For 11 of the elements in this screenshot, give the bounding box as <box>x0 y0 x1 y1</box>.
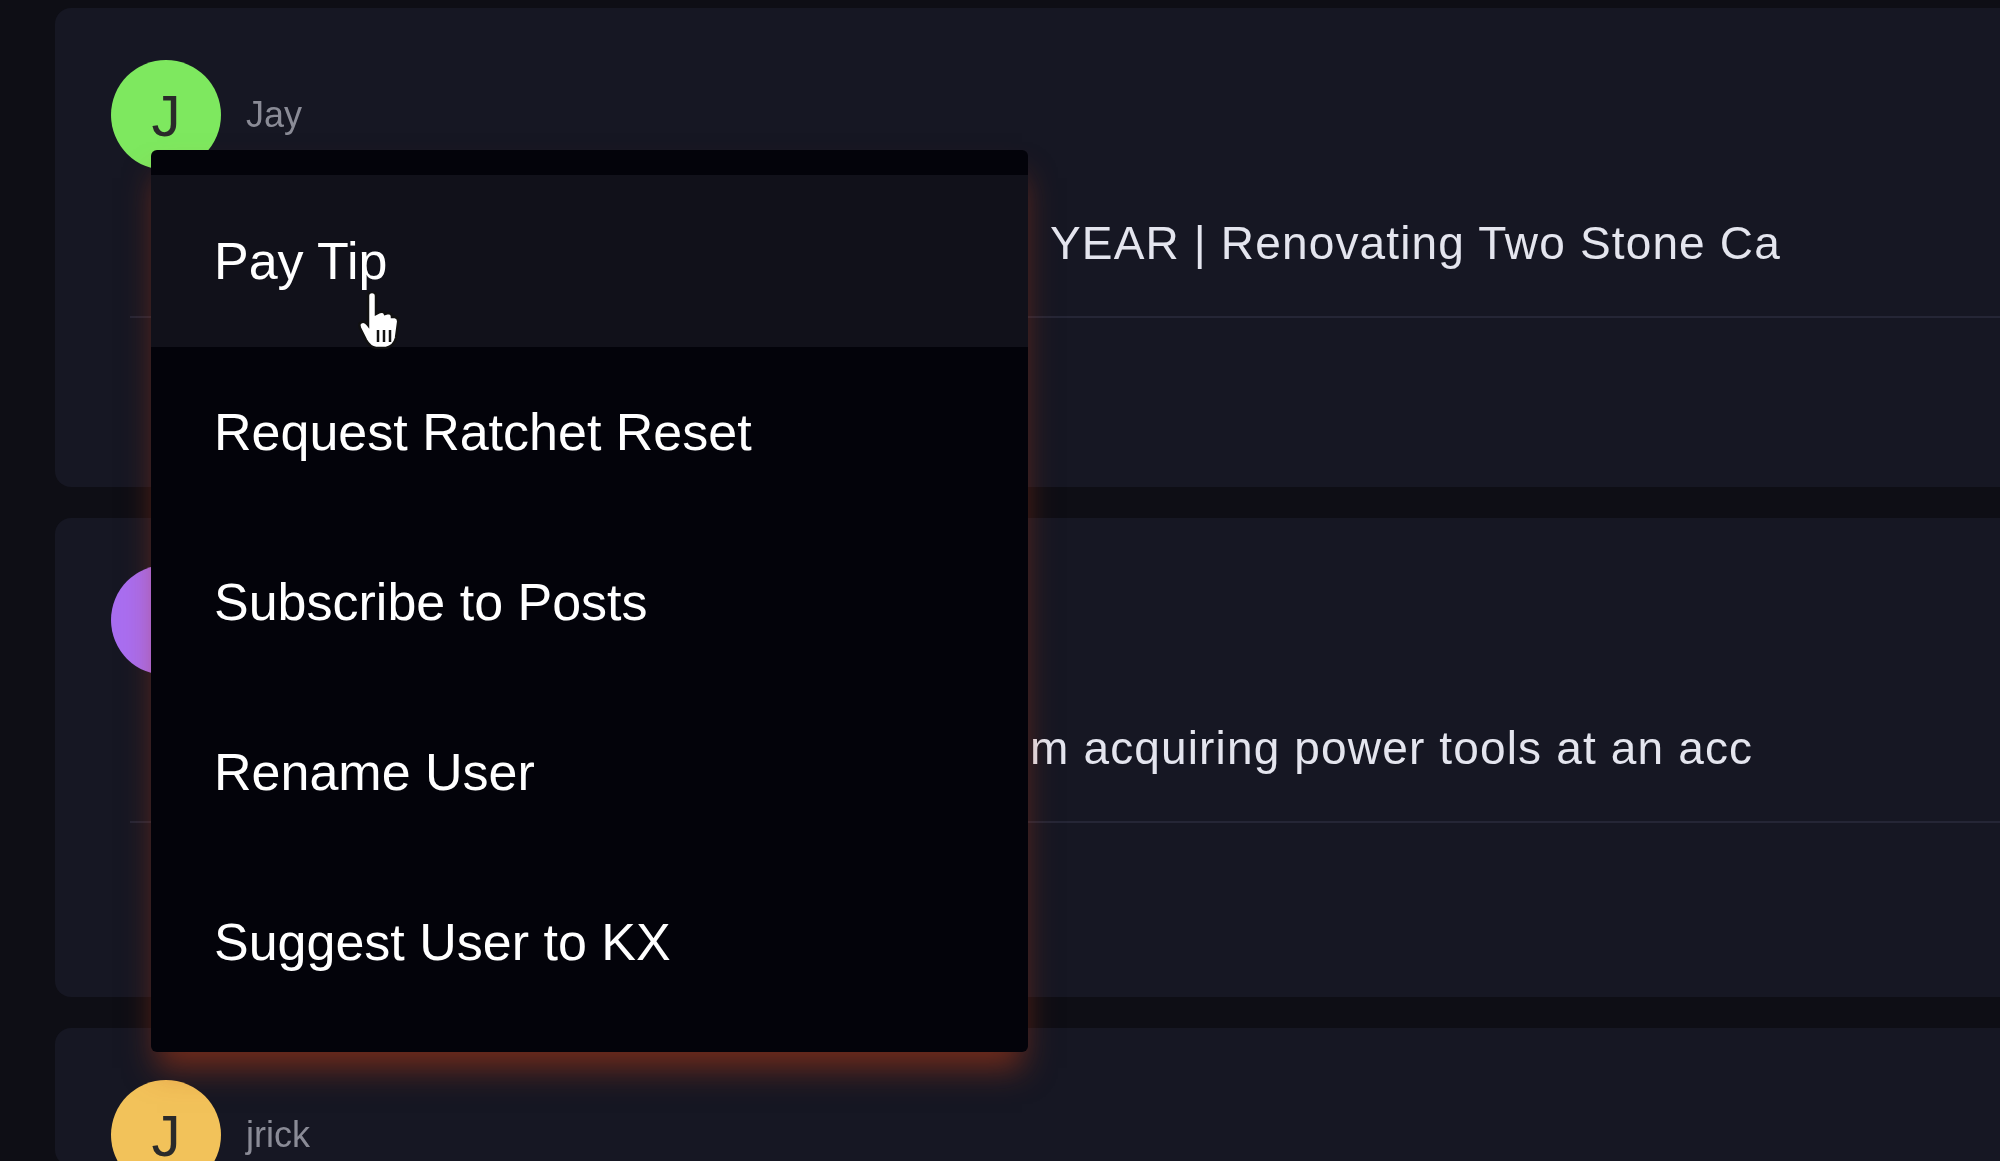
post-title: YEAR | Renovating Two Stone Ca <box>1050 215 1781 271</box>
hand-cursor-icon <box>358 292 400 350</box>
post-title: m acquiring power tools at an acc <box>1030 720 1754 776</box>
author-name: Jay <box>246 93 303 137</box>
menu-item[interactable]: Rename User <box>151 687 1028 857</box>
author-name: jrick <box>246 1113 310 1157</box>
menu-item[interactable]: Pay Tip <box>151 175 1028 347</box>
avatar: J <box>111 1080 221 1161</box>
menu-item[interactable]: Request Ratchet Reset <box>151 347 1028 517</box>
menu-item[interactable]: Suggest User to KX <box>151 857 1028 1027</box>
menu-item[interactable]: Subscribe to Posts <box>151 517 1028 687</box>
